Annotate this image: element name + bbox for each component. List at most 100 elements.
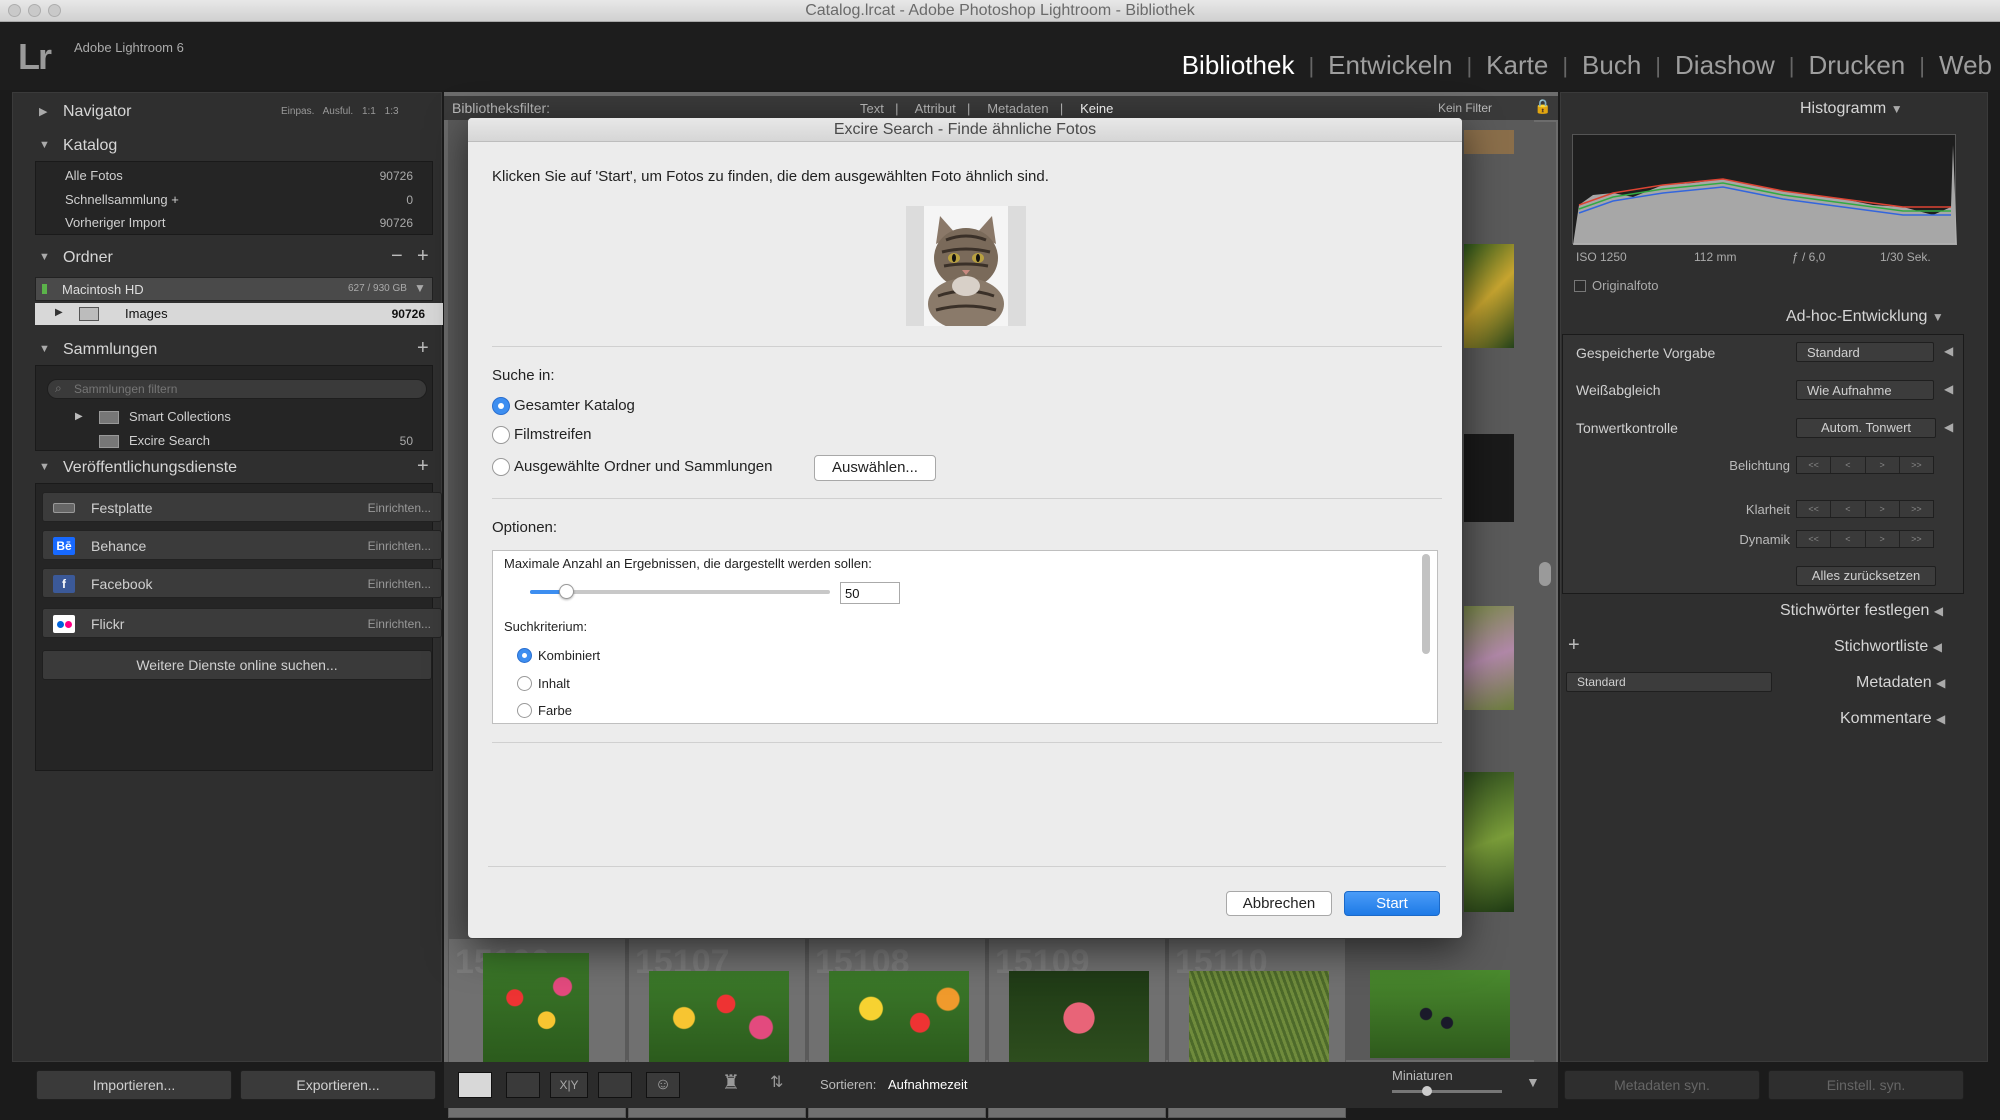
folder-images-row[interactable]: ▶ Images 90726 <box>35 303 443 325</box>
auto-tone-button[interactable]: Autom. Tonwert <box>1796 418 1936 438</box>
expand-left-icon[interactable]: ◀ <box>1944 382 1953 396</box>
thumbnail[interactable] <box>1189 971 1329 1065</box>
module-drucken[interactable]: Drucken <box>1808 50 1905 81</box>
collection-excire-search[interactable]: Excire Search <box>129 433 210 448</box>
module-web[interactable]: Web <box>1939 50 1992 81</box>
add-folder-icon[interactable]: + <box>417 245 429 268</box>
zoom-fit[interactable]: Einpas. <box>281 106 314 117</box>
choose-button[interactable]: Auswählen... <box>814 455 936 481</box>
loupe-view-icon[interactable] <box>506 1072 540 1098</box>
radio-ausgewaehlte-ordner[interactable] <box>492 458 510 476</box>
volume-row[interactable]: Macintosh HD 627 / 930 GB ▼ <box>35 277 433 301</box>
thumbnail-size-handle[interactable] <box>1422 1086 1432 1096</box>
zoom-fill[interactable]: Ausful. <box>323 106 354 117</box>
add-collection-icon[interactable]: + <box>417 337 429 360</box>
katalog-schnellsammlung[interactable]: Schnellsammlung + <box>65 192 179 207</box>
katalog-header[interactable]: ▼ Katalog <box>13 131 443 161</box>
thumbnail[interactable] <box>483 953 589 1065</box>
thumbnail[interactable] <box>1464 434 1514 522</box>
expand-icon[interactable]: ▶ <box>55 307 63 318</box>
expand-left-icon[interactable]: ◀ <box>1944 344 1953 358</box>
zoom-1-3[interactable]: 1:3 <box>385 106 399 117</box>
sync-settings-button[interactable]: Einstell. syn. <box>1768 1070 1964 1100</box>
module-entwickeln[interactable]: Entwickeln <box>1328 50 1452 81</box>
comments-header[interactable]: Kommentare ◀ <box>1840 710 1945 728</box>
spray-can-icon[interactable]: ♜ <box>722 1070 740 1095</box>
zoom-1-1[interactable]: 1:1 <box>362 106 376 117</box>
volume-menu-icon[interactable]: ▼ <box>414 281 426 295</box>
radio-kombiniert[interactable] <box>517 648 532 663</box>
white-balance-select[interactable]: Wie Aufnahme <box>1796 380 1934 400</box>
radio-inhalt[interactable] <box>517 676 532 691</box>
import-button[interactable]: Importieren... <box>36 1070 232 1100</box>
service-flickr[interactable]: Flickr Einrichten... <box>42 608 442 638</box>
grid-view-icon[interactable] <box>458 1072 492 1098</box>
sort-select[interactable]: Aufnahmezeit <box>888 1077 968 1092</box>
vibrance-steppers[interactable]: << < > >> <box>1796 530 1934 548</box>
behance-setup[interactable]: Einrichten... <box>368 539 431 553</box>
cancel-button[interactable]: Abbrechen <box>1226 891 1332 916</box>
thumbnail-size-slider[interactable] <box>1392 1090 1502 1093</box>
filter-preset-select[interactable]: Kein Filter <box>1438 101 1492 115</box>
reset-all-button[interactable]: Alles zurücksetzen <box>1796 566 1936 586</box>
exposure-steppers[interactable]: << < > >> <box>1796 456 1934 474</box>
survey-view-icon[interactable] <box>598 1072 632 1098</box>
toolbar-menu-icon[interactable]: ▼ <box>1526 1074 1540 1090</box>
filter-tab-keine[interactable]: Keine <box>1080 101 1113 116</box>
add-keyword-icon[interactable]: + <box>1568 634 1580 657</box>
keyword-list-header[interactable]: Stichwortliste ◀ <box>1834 638 1942 656</box>
metadata-preset-select[interactable]: Standard <box>1566 672 1772 692</box>
quick-develop-header[interactable]: Ad-hoc-Entwicklung ▼ <box>1786 308 1944 326</box>
publish-header[interactable]: ▼ Veröffentlichungsdienste + <box>13 453 443 483</box>
compare-view-icon[interactable]: X|Y <box>550 1072 588 1098</box>
module-karte[interactable]: Karte <box>1486 50 1548 81</box>
thumbnail[interactable] <box>649 971 789 1065</box>
export-button[interactable]: Exportieren... <box>240 1070 436 1100</box>
flickr-setup[interactable]: Einrichten... <box>368 617 431 631</box>
grid-scrollbar[interactable] <box>1534 122 1556 1062</box>
radio-farbe[interactable] <box>517 703 532 718</box>
expand-icon[interactable]: ▶ <box>75 411 83 422</box>
scrollbar-thumb[interactable] <box>1539 562 1551 586</box>
thumbnail[interactable] <box>1009 971 1149 1065</box>
katalog-vorheriger-import[interactable]: Vorheriger Import <box>65 215 165 230</box>
keywording-header[interactable]: Stichwörter festlegen ◀ <box>1780 602 1943 620</box>
module-buch[interactable]: Buch <box>1582 50 1641 81</box>
max-results-input[interactable] <box>840 582 900 604</box>
sync-metadata-button[interactable]: Metadaten syn. <box>1564 1070 1760 1100</box>
thumbnail[interactable] <box>1464 606 1514 710</box>
histogram[interactable] <box>1572 134 1957 245</box>
people-view-icon[interactable]: ☺ <box>646 1072 680 1098</box>
filter-tab-text[interactable]: Text <box>860 101 884 116</box>
sort-direction-icon[interactable]: ⇅ <box>770 1072 783 1092</box>
thumbnail[interactable] <box>829 971 969 1065</box>
expand-left-icon[interactable]: ◀ <box>1944 420 1953 434</box>
clarity-steppers[interactable]: << < > >> <box>1796 500 1934 518</box>
add-service-icon[interactable]: + <box>417 455 429 478</box>
saved-preset-select[interactable]: Standard <box>1796 342 1934 362</box>
module-bibliothek[interactable]: Bibliothek <box>1182 50 1295 81</box>
collections-filter-input[interactable] <box>47 379 427 399</box>
collection-smart-collections[interactable]: Smart Collections <box>129 409 231 424</box>
thumbnail[interactable] <box>1464 130 1514 154</box>
module-diashow[interactable]: Diashow <box>1675 50 1775 81</box>
filter-tab-metadaten[interactable]: Metadaten <box>987 101 1048 116</box>
filter-tab-attribut[interactable]: Attribut <box>915 101 956 116</box>
histogram-header[interactable]: Histogramm ▼ <box>1800 100 1903 118</box>
original-photo-checkbox[interactable] <box>1574 280 1586 292</box>
service-festplatte[interactable]: Festplatte Einrichten... <box>42 492 442 522</box>
lock-icon[interactable]: 🔒 <box>1534 98 1551 115</box>
start-button[interactable]: Start <box>1344 891 1440 916</box>
thumbnail[interactable] <box>1464 772 1514 912</box>
radio-filmstreifen[interactable] <box>492 426 510 444</box>
katalog-alle-fotos[interactable]: Alle Fotos <box>65 168 123 183</box>
facebook-setup[interactable]: Einrichten... <box>368 577 431 591</box>
radio-gesamter-katalog[interactable] <box>492 397 510 415</box>
remove-folder-icon[interactable]: − <box>391 245 403 268</box>
thumbnail[interactable] <box>1370 970 1510 1058</box>
thumbnail[interactable] <box>1464 244 1514 348</box>
navigator-header[interactable]: ▶ Navigator Einpas. Ausful. 1:1 1:3 <box>13 97 443 127</box>
max-results-slider[interactable] <box>530 584 830 599</box>
sammlungen-header[interactable]: ▼ Sammlungen + <box>13 335 443 365</box>
service-facebook[interactable]: f Facebook Einrichten... <box>42 568 442 598</box>
